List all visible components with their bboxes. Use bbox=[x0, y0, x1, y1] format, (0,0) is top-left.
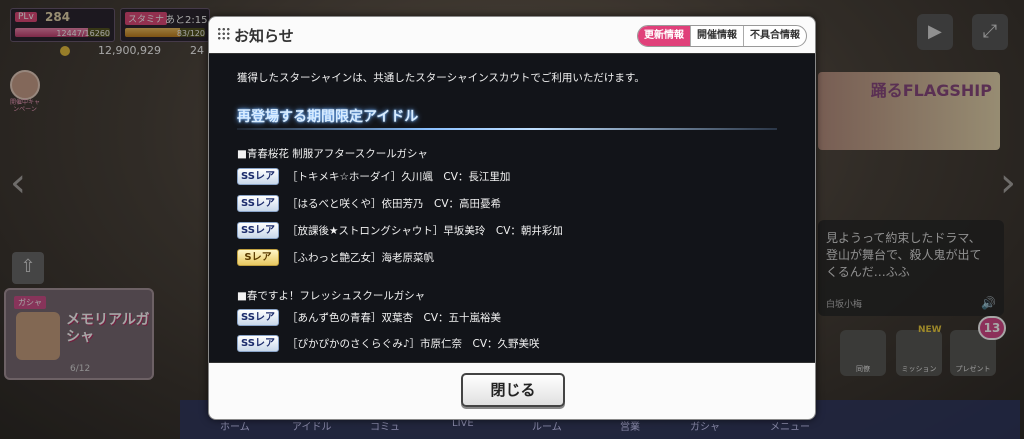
gacha-title: ■春ですよ！フレッシュスクールガシャ bbox=[237, 290, 426, 302]
idol-row: SSレア ［ぴかぴかのさくらぐみ♪］市原仁奈 CV：久野美咲 bbox=[237, 334, 540, 352]
rarity-badge: SSレア bbox=[237, 308, 279, 326]
close-button[interactable]: 閉じる bbox=[461, 373, 565, 407]
tab-event-info[interactable]: 開催情報 bbox=[690, 26, 743, 46]
idol-name: ［はるべと咲くや］依田芳乃 CV：高田憂希 bbox=[287, 197, 502, 210]
modal-title: お知らせ bbox=[234, 27, 294, 45]
grid-icon bbox=[217, 27, 231, 41]
news-modal: お知らせ 更新情報 開催情報 不具合情報 獲得したスターシャインは、共通したスタ… bbox=[208, 16, 816, 420]
idol-name: ［ぴかぴかのさくらぐみ♪］市原仁奈 CV：久野美咲 bbox=[287, 337, 540, 350]
idol-row: SSレア ［放課後★ストロングシャウト］早坂美玲 CV：朝井彩加 bbox=[237, 221, 563, 239]
rarity-badge: Sレア bbox=[237, 248, 279, 266]
modal-footer: 閉じる bbox=[209, 363, 815, 421]
rarity-badge: SSレア bbox=[237, 334, 279, 352]
section-heading: 再登場する期間限定アイドル bbox=[237, 109, 419, 125]
tab-bug-info[interactable]: 不具合情報 bbox=[743, 26, 806, 46]
rarity-badge: SSレア bbox=[237, 194, 279, 212]
section-divider bbox=[237, 128, 777, 130]
idol-name: ［トキメキ☆ホーダイ］久川颯 CV：長江里加 bbox=[287, 170, 511, 183]
news-tabs: 更新情報 開催情報 不具合情報 bbox=[637, 25, 807, 47]
idol-row: SSレア ［トキメキ☆ホーダイ］久川颯 CV：長江里加 bbox=[237, 167, 510, 185]
intro-text: 獲得したスターシャインは、共通したスターシャインスカウトでご利用いただけます。 bbox=[237, 72, 645, 84]
rarity-badge: SSレア bbox=[237, 221, 279, 239]
idol-row: Sレア ［ふわっと艶乙女］海老原菜帆 bbox=[237, 248, 434, 266]
idol-row: SSレア ［あんず色の青春］双葉杏 CV：五十嵐裕美 bbox=[237, 308, 501, 326]
idol-name: ［放課後★ストロングシャウト］早坂美玲 CV：朝井彩加 bbox=[287, 224, 563, 237]
idol-name: ［あんず色の青春］双葉杏 CV：五十嵐裕美 bbox=[287, 311, 502, 324]
gacha-title: ■青春桜花 制服アフタースクールガシャ bbox=[237, 148, 428, 160]
news-content[interactable]: 獲得したスターシャインは、共通したスターシャインスカウトでご利用いただけます。 … bbox=[209, 53, 815, 363]
tab-update-info[interactable]: 更新情報 bbox=[638, 26, 690, 46]
modal-header: お知らせ 更新情報 開催情報 不具合情報 bbox=[209, 17, 815, 53]
idol-row: SSレア ［はるべと咲くや］依田芳乃 CV：高田憂希 bbox=[237, 194, 501, 212]
rarity-badge: SSレア bbox=[237, 167, 279, 185]
idol-name: ［ふわっと艶乙女］海老原菜帆 bbox=[287, 251, 434, 264]
